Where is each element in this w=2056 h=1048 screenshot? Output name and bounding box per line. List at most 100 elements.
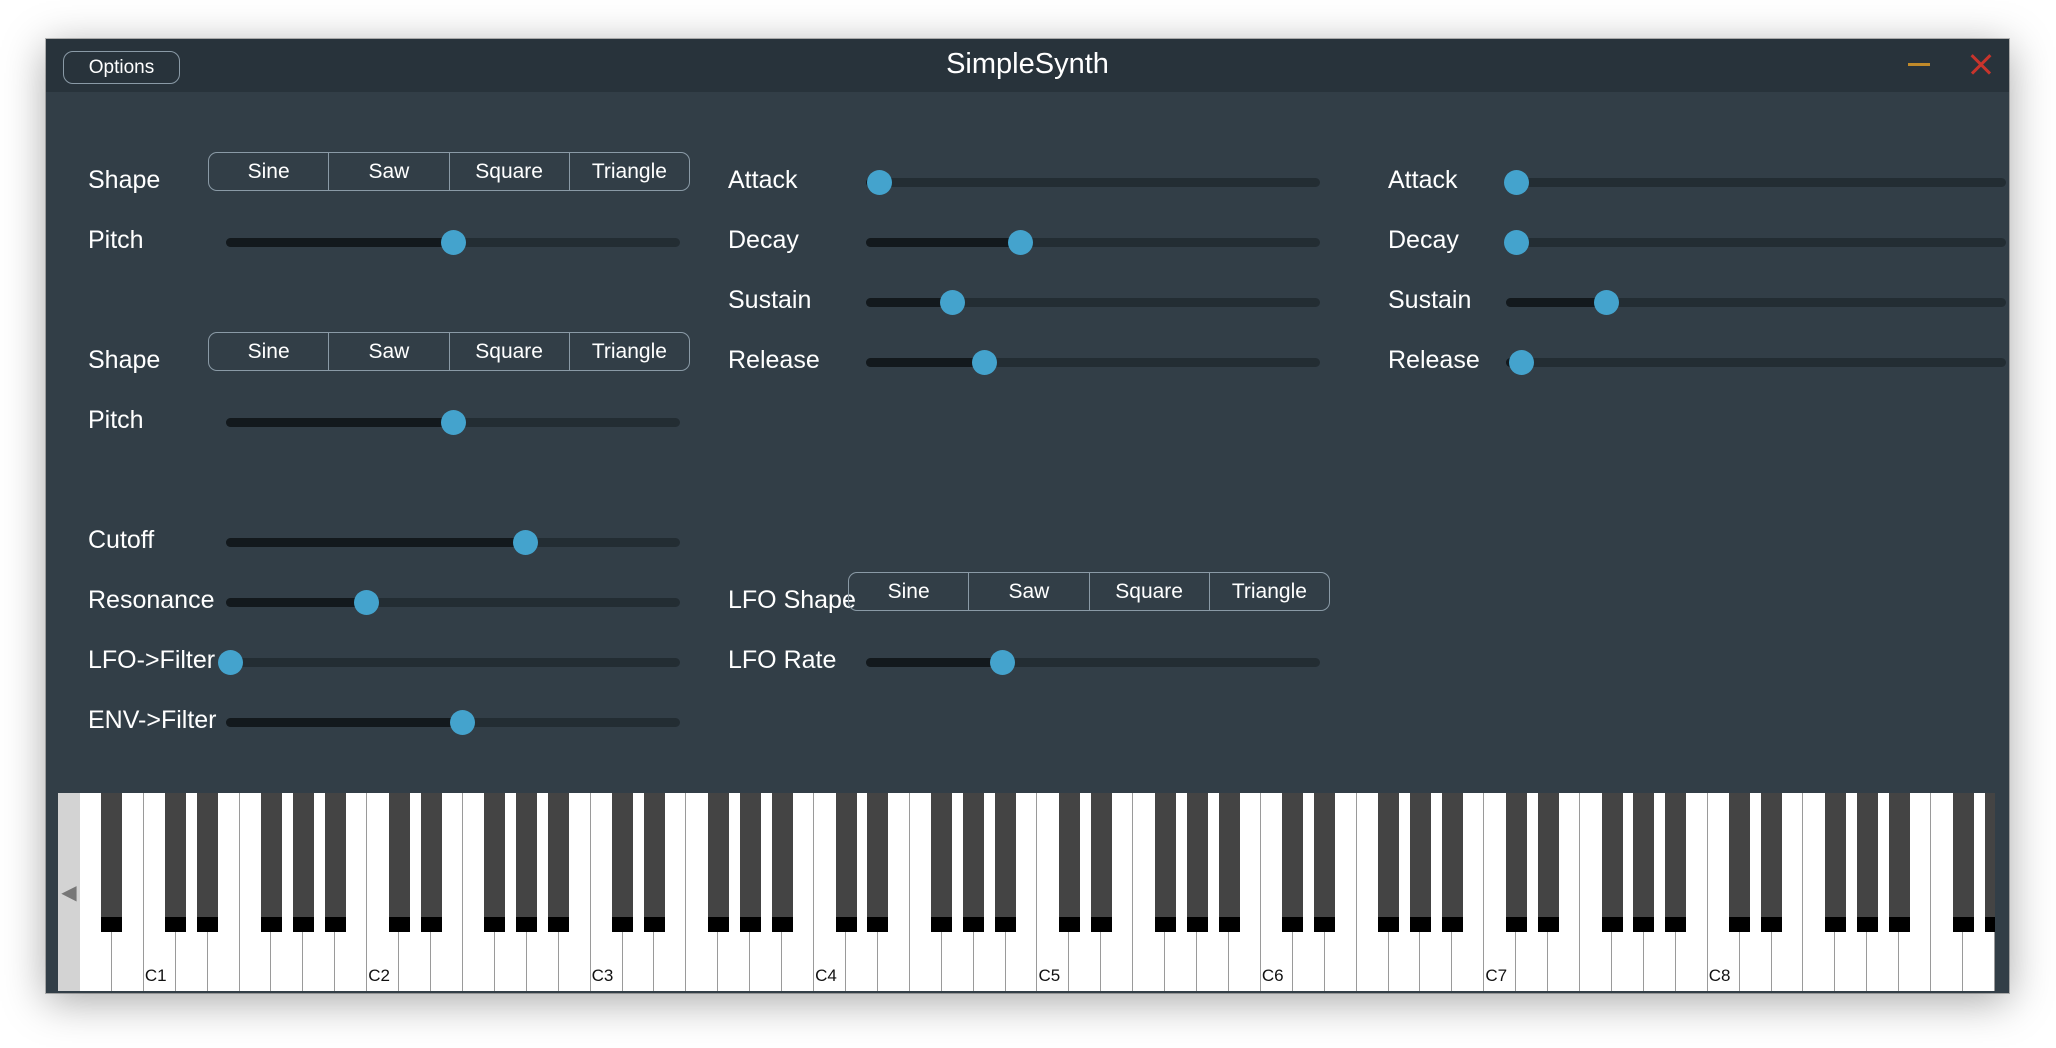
black-key[interactable] <box>484 793 506 932</box>
black-key[interactable] <box>1505 793 1527 932</box>
black-key[interactable] <box>995 793 1017 932</box>
black-key[interactable] <box>612 793 634 932</box>
black-key[interactable] <box>516 793 538 932</box>
lfo-shape-square[interactable]: Square <box>1090 573 1210 610</box>
black-key[interactable] <box>707 793 729 932</box>
env2-sustain-thumb[interactable] <box>1593 290 1619 315</box>
lfo-shape-triangle[interactable]: Triangle <box>1210 573 1329 610</box>
piano-keyboard: ◀ C1 C2 C3 C4 C5 C6 C7 C8 <box>58 793 1995 991</box>
octave-label: C7 <box>1485 966 1508 985</box>
osc1-pitch-label: Pitch <box>88 226 144 254</box>
black-key[interactable] <box>292 793 314 932</box>
black-key[interactable] <box>1410 793 1431 932</box>
black-key[interactable] <box>835 793 857 932</box>
minimize-icon[interactable] <box>1908 63 1930 66</box>
black-key[interactable] <box>388 793 410 932</box>
env2-attack-label: Attack <box>1388 166 1458 194</box>
env1-decay-label: Decay <box>728 226 799 254</box>
piano-keys: C1 C2 C3 C4 C5 C6 C7 C8 <box>80 793 1995 991</box>
env2-decay-thumb[interactable] <box>1503 230 1529 255</box>
lfo-filter-slider[interactable] <box>218 650 680 675</box>
osc1-shape-selector: Sine Saw Square Triangle <box>208 152 690 191</box>
env1-attack-slider[interactable] <box>866 170 1320 195</box>
black-key[interactable] <box>261 793 282 932</box>
black-key[interactable] <box>1601 793 1623 932</box>
cutoff-thumb[interactable] <box>513 530 539 555</box>
osc2-shape-saw[interactable]: Saw <box>329 333 450 370</box>
black-key[interactable] <box>1154 793 1176 932</box>
black-key[interactable] <box>1186 793 1208 932</box>
osc2-shape-square[interactable]: Square <box>450 333 570 370</box>
black-key[interactable] <box>548 793 570 932</box>
black-key[interactable] <box>1761 793 1783 932</box>
lfo-filter-thumb[interactable] <box>218 650 244 675</box>
black-key[interactable] <box>1090 793 1112 932</box>
black-key[interactable] <box>1314 793 1336 932</box>
osc2-pitch-thumb[interactable] <box>440 410 466 435</box>
black-key[interactable] <box>1729 793 1751 932</box>
env1-sustain-thumb[interactable] <box>939 290 965 315</box>
cutoff-slider[interactable] <box>226 530 680 555</box>
black-key[interactable] <box>1665 793 1687 932</box>
black-key[interactable] <box>931 793 953 932</box>
black-key[interactable] <box>963 793 985 932</box>
lfo-shape-sine[interactable]: Sine <box>849 573 970 610</box>
lfo-rate-thumb[interactable] <box>989 650 1015 675</box>
black-key[interactable] <box>1537 793 1559 932</box>
lfo-shape-saw[interactable]: Saw <box>969 573 1090 610</box>
env1-release-thumb[interactable] <box>971 350 997 375</box>
black-key[interactable] <box>1282 793 1304 932</box>
octave-label: C5 <box>1038 966 1061 985</box>
black-key[interactable] <box>1441 793 1463 932</box>
osc2-pitch-slider[interactable] <box>226 410 680 435</box>
black-key[interactable] <box>165 793 187 932</box>
env1-release-slider[interactable] <box>866 350 1320 375</box>
osc1-shape-triangle[interactable]: Triangle <box>570 153 689 190</box>
black-key[interactable] <box>324 793 346 932</box>
env2-attack-slider[interactable] <box>1503 170 2006 195</box>
black-key[interactable] <box>197 793 219 932</box>
black-key[interactable] <box>1888 793 1910 932</box>
env2-decay-slider[interactable] <box>1503 230 2006 255</box>
env1-attack-thumb[interactable] <box>867 170 893 195</box>
black-key[interactable] <box>1856 793 1878 932</box>
black-key[interactable] <box>1218 793 1240 932</box>
env2-attack-thumb[interactable] <box>1503 170 1529 195</box>
resonance-slider[interactable] <box>226 590 680 615</box>
env-filter-thumb[interactable] <box>449 710 475 735</box>
black-key[interactable] <box>1058 793 1080 932</box>
osc1-shape-sine[interactable]: Sine <box>209 153 330 190</box>
black-key[interactable] <box>101 793 123 932</box>
osc2-shape-triangle[interactable]: Triangle <box>570 333 689 370</box>
black-key[interactable] <box>1824 793 1846 932</box>
black-key[interactable] <box>867 793 889 932</box>
close-icon[interactable] <box>1966 49 1996 79</box>
osc1-pitch-thumb[interactable] <box>440 230 466 255</box>
lfo-rate-slider[interactable] <box>866 650 1320 675</box>
osc2-shape-sine[interactable]: Sine <box>209 333 330 370</box>
env1-sustain-slider[interactable] <box>866 290 1320 315</box>
env2-release-thumb[interactable] <box>1508 350 1534 375</box>
osc1-shape-square[interactable]: Square <box>450 153 570 190</box>
osc1-pitch-slider[interactable] <box>226 230 680 255</box>
black-key[interactable] <box>1984 793 1995 932</box>
octave-label: C6 <box>1261 966 1284 985</box>
env1-decay-slider[interactable] <box>866 230 1320 255</box>
resonance-label: Resonance <box>88 586 215 614</box>
resonance-thumb[interactable] <box>354 590 380 615</box>
black-key[interactable] <box>1378 793 1400 932</box>
env2-release-slider[interactable] <box>1506 350 2006 375</box>
keyboard-scroll-left-button[interactable]: ◀ <box>58 793 80 991</box>
black-key[interactable] <box>739 793 761 932</box>
black-key[interactable] <box>644 793 665 932</box>
octave-label: C3 <box>591 966 614 985</box>
black-key[interactable] <box>1633 793 1655 932</box>
env-filter-slider[interactable] <box>226 710 680 735</box>
black-key[interactable] <box>420 793 442 932</box>
black-key[interactable] <box>1952 793 1974 932</box>
title-bar: Options SimpleSynth <box>46 39 2009 92</box>
black-key[interactable] <box>771 793 793 932</box>
env1-decay-thumb[interactable] <box>1007 230 1033 255</box>
osc1-shape-saw[interactable]: Saw <box>329 153 450 190</box>
env2-sustain-slider[interactable] <box>1506 290 2006 315</box>
